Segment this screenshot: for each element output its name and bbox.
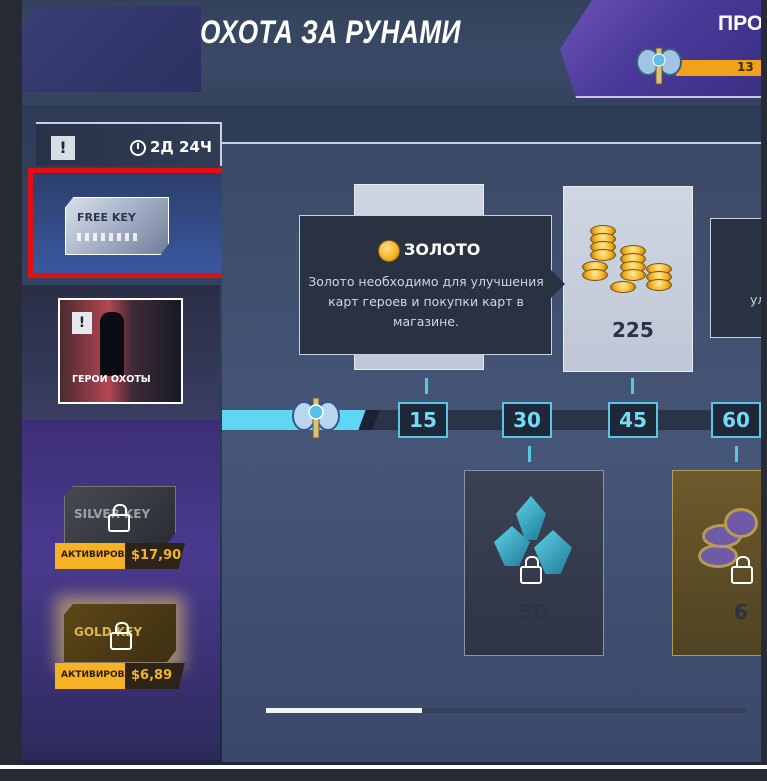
event-timer: 2Д 24Ч — [150, 138, 213, 156]
lock-icon — [520, 556, 542, 584]
reward-count: 6 — [734, 600, 748, 624]
scrollbar-thumb[interactable] — [266, 708, 422, 713]
axe-icon — [292, 397, 340, 439]
milestone-15: 15 — [398, 402, 448, 438]
clock-icon — [130, 140, 146, 156]
activate-silver-button[interactable]: АКТИВИРОВАТЬ $17,90 — [55, 543, 185, 569]
activate-gold-button[interactable]: АКТИВИРОВАТЬ $6,89 — [55, 663, 185, 689]
free-key-stripes — [77, 233, 137, 241]
reward-count: 50 — [520, 600, 548, 624]
milestone-tick — [425, 378, 428, 394]
window-frame-left — [0, 0, 22, 781]
milestone-45: 45 — [608, 402, 658, 438]
gold-coins-icon — [580, 215, 684, 305]
tooltip-arrow — [551, 270, 565, 298]
gold-price: $6,89 — [125, 663, 185, 689]
free-key-card — [65, 197, 169, 255]
hunt-heroes-card[interactable]: ! ГЕРОИ ОХОТЫ — [58, 298, 183, 404]
tooltip-description: Золото необходимо для улучшения карт гер… — [308, 274, 544, 329]
coin-icon — [378, 240, 400, 262]
milestone-30: 30 — [502, 402, 552, 438]
alert-icon: ! — [51, 136, 75, 160]
lock-icon — [731, 556, 753, 584]
axe-icon — [636, 47, 682, 85]
milestone-tick — [735, 446, 738, 462]
paid-keys-area — [22, 420, 220, 760]
progress-label: ПРОГ — [718, 12, 767, 35]
window-frame-bottom — [0, 765, 767, 781]
activate-label: АКТИВИРОВАТЬ — [55, 543, 144, 569]
reward-count: 225 — [612, 318, 654, 342]
alert-icon: ! — [72, 312, 92, 334]
milestone-tick — [528, 446, 531, 462]
free-key-label: FREE KEY — [77, 211, 136, 224]
hero-silhouette — [100, 312, 124, 376]
progress-value: 13 — [737, 60, 754, 74]
hunt-heroes-label: ГЕРОИ ОХОТЫ — [72, 374, 151, 385]
activate-label: АКТИВИРОВАТЬ — [55, 663, 144, 689]
rewards-panel-border — [222, 142, 767, 144]
game-screen: ОХОТА ЗА РУНАМИ ПРОГ 13 ! 2Д 24Ч FREE KE… — [0, 0, 767, 781]
rune-icon — [688, 504, 767, 586]
progress-panel-inner — [8, 6, 201, 92]
milestone-60: 60 — [711, 402, 761, 438]
lock-icon — [108, 504, 130, 532]
tooltip-title: ЗОЛОТО — [404, 240, 481, 259]
free-key-slot[interactable]: FREE KEY — [28, 168, 236, 278]
window-frame-right — [761, 0, 767, 781]
lock-icon — [110, 622, 132, 650]
silver-price: $17,90 — [125, 543, 185, 569]
page-title: ОХОТА ЗА РУНАМИ — [200, 14, 461, 50]
milestone-tick — [631, 378, 634, 394]
